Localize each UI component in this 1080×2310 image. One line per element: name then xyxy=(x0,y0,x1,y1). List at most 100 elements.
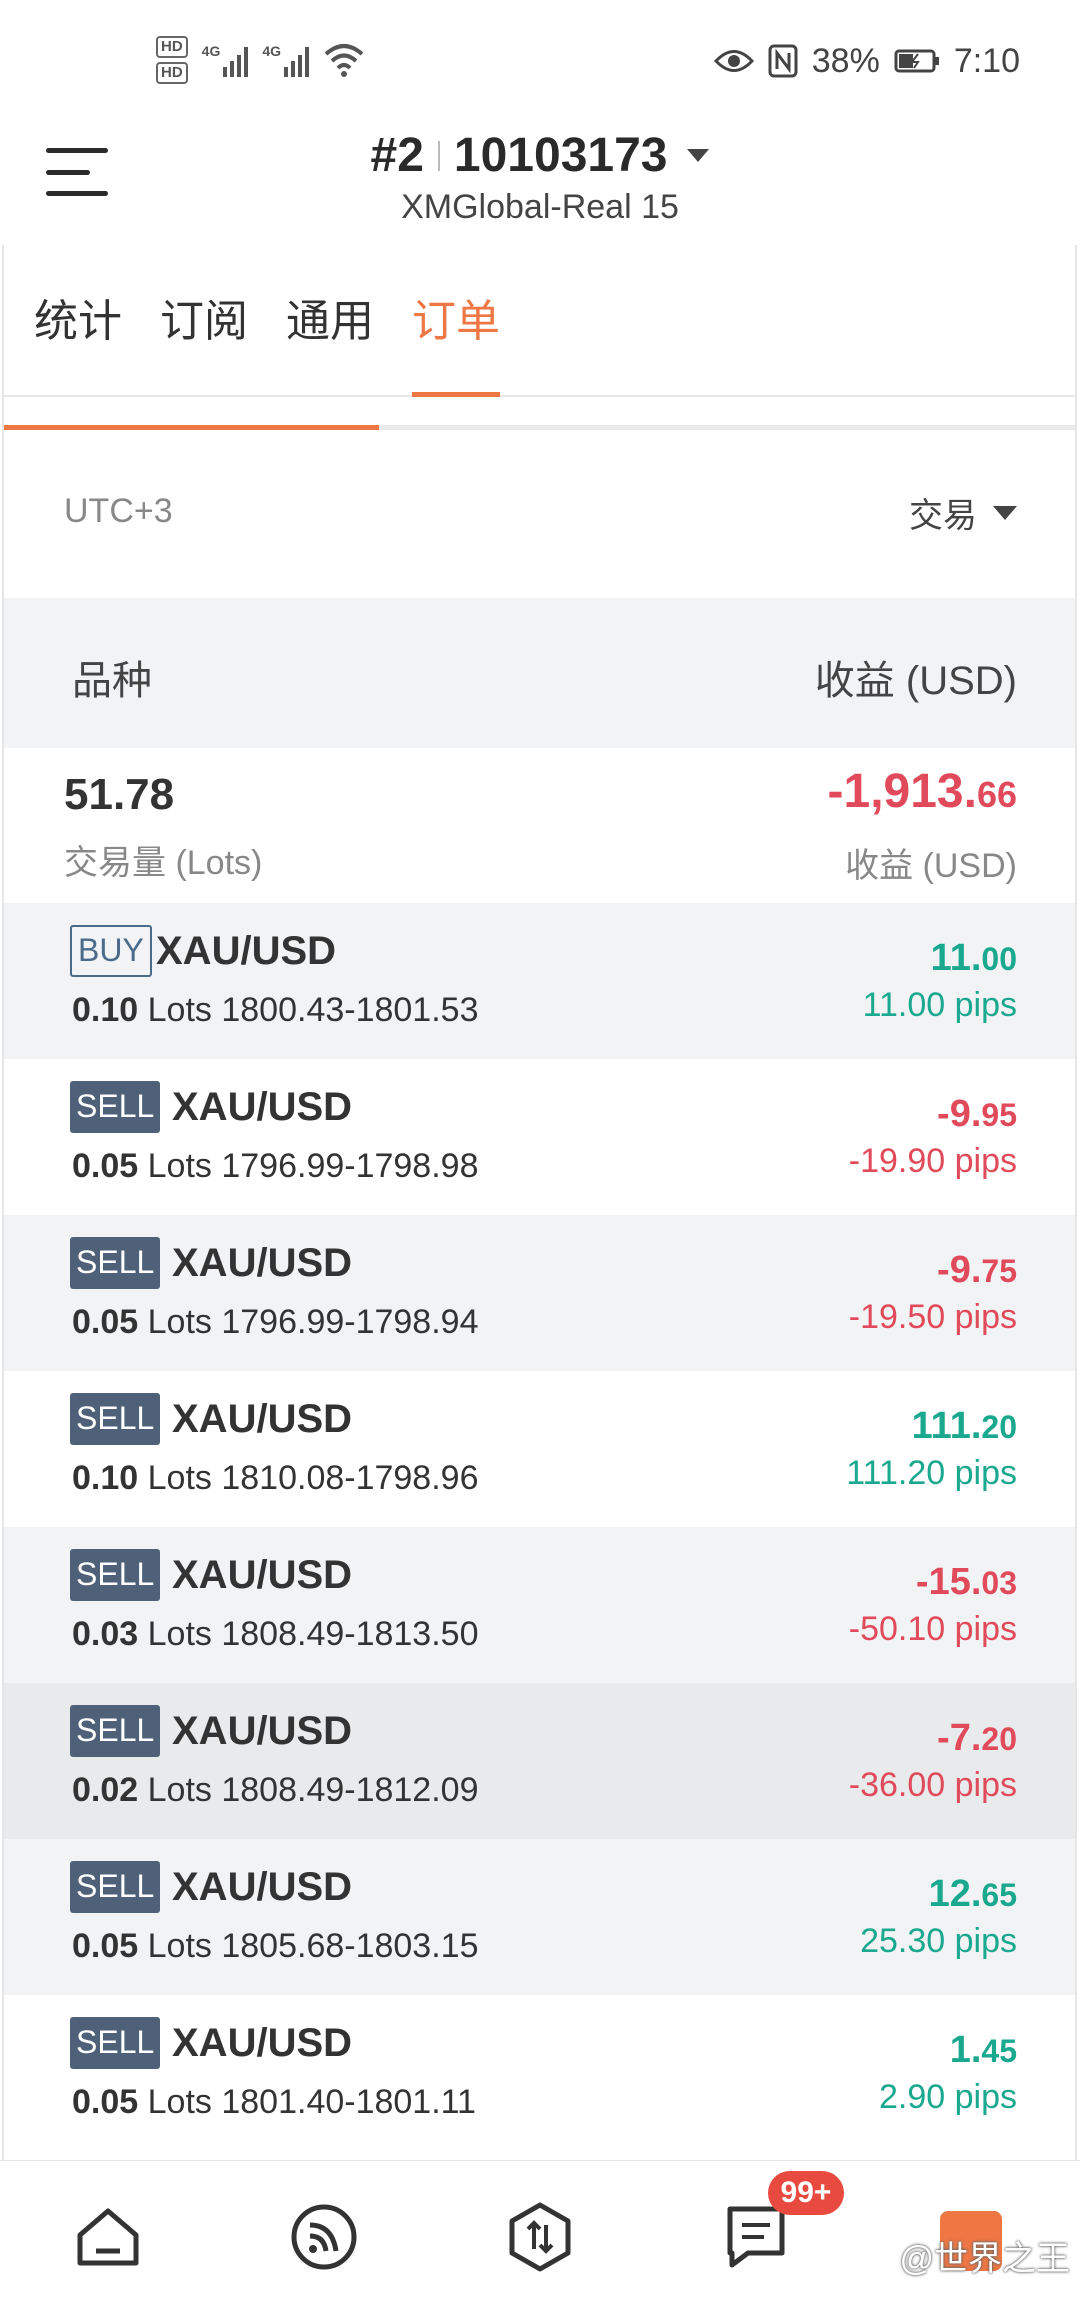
network-type-label: 4G xyxy=(201,43,221,59)
eye-icon xyxy=(713,48,754,74)
order-lot-size: 0.05 xyxy=(72,2083,139,2121)
order-lots: 0.05 Lots 1801.40-1801.11 xyxy=(72,2083,476,2122)
order-lot-size: 0.03 xyxy=(72,1615,139,1653)
column-profit: 收益 (USD) xyxy=(814,659,1017,703)
order-prices: 1796.99-1798.98 xyxy=(221,1147,479,1185)
home-icon[interactable] xyxy=(70,2199,146,2275)
type-filter-dropdown[interactable]: 交易 xyxy=(909,488,1017,537)
order-lot-size: 0.05 xyxy=(72,1927,139,1965)
order-profit: 12.65 xyxy=(928,1873,1017,1915)
order-symbol: XAU/USD xyxy=(156,929,337,973)
total-volume-label: 交易量 (Lots) xyxy=(64,844,263,882)
watermark: @世界之王 xyxy=(899,2240,1070,2278)
order-lot-unit: Lots xyxy=(147,1459,212,1497)
order-pips: -19.50 pips xyxy=(848,1298,1017,1336)
order-row[interactable]: SELL XAU/USD 0.10 Lots 1810.08-1798.96 111.… xyxy=(4,1371,1075,1527)
order-profit: -9.75 xyxy=(937,1249,1017,1291)
order-prices: 1801.40-1801.11 xyxy=(221,2083,476,2121)
order-lots: 0.05 Lots 1796.99-1798.98 xyxy=(72,1147,478,1186)
status-left: HD HD 4G 4G xyxy=(156,30,365,90)
tab-general[interactable]: 通用 xyxy=(286,285,374,397)
order-list: BUY XAU/USD 0.10 Lots 1800.43-1801.53 11.00… xyxy=(4,903,1075,2151)
battery-icon xyxy=(894,48,940,74)
order-row[interactable]: SELL XAU/USD 0.03 Lots 1808.49-1813.50 -15.… xyxy=(4,1527,1075,1683)
account-separator xyxy=(437,140,440,171)
order-row[interactable]: SELL XAU/USD 0.05 Lots 1796.99-1798.94 -9.7… xyxy=(4,1215,1075,1371)
timezone-label: UTC+3 xyxy=(64,492,173,530)
signal-icon[interactable] xyxy=(286,2199,362,2275)
status-bar: HD HD 4G 4G 38% 7:10 xyxy=(0,0,1080,120)
order-lots: 0.05 Lots 1805.68-1803.15 xyxy=(72,1927,478,1966)
order-profit: -15.03 xyxy=(915,1561,1017,1603)
order-lot-unit: Lots xyxy=(147,2083,212,2121)
order-lot-unit: Lots xyxy=(147,1771,212,1809)
order-pips: -36.00 pips xyxy=(848,1766,1017,1804)
order-side-badge: SELL xyxy=(70,1393,161,1445)
order-lot-size: 0.05 xyxy=(72,1147,139,1185)
content-panel: 统计 订阅 通用 订单 UTC+3 交易 品种 收益 (USD) 51.78 交… xyxy=(2,245,1077,2160)
order-row[interactable]: SELL XAU/USD 0.02 Lots 1808.49-1812.09 -7.2… xyxy=(4,1683,1075,1839)
trade-icon[interactable] xyxy=(502,2199,578,2275)
order-symbol: XAU/USD xyxy=(172,1397,353,1441)
order-pips: 11.00 pips xyxy=(862,986,1017,1024)
messages-badge: 99+ xyxy=(768,2171,844,2215)
filter-row: UTC+3 交易 xyxy=(4,430,1075,598)
order-pips: 111.20 pips xyxy=(846,1454,1017,1492)
order-side-badge: SELL xyxy=(70,1861,161,1913)
order-symbol: XAU/USD xyxy=(172,1865,353,1909)
order-prices: 1805.68-1803.15 xyxy=(221,1927,479,1965)
order-lot-unit: Lots xyxy=(147,1615,212,1653)
order-side-badge: SELL xyxy=(70,1549,161,1601)
order-profit: 111.20 xyxy=(911,1405,1017,1447)
account-index: #2 xyxy=(370,129,424,182)
total-profit-label: 收益 (USD) xyxy=(845,847,1017,885)
order-prices: 1800.43-1801.53 xyxy=(221,991,479,1029)
order-lot-size: 0.10 xyxy=(72,991,139,1029)
order-row[interactable]: SELL XAU/USD 0.05 Lots 1805.68-1803.15 12.6… xyxy=(4,1839,1075,1995)
network-type-label: 4G xyxy=(262,43,282,59)
nfc-icon xyxy=(768,44,798,78)
chevron-down-icon xyxy=(993,505,1017,520)
tab-subscriptions[interactable]: 订阅 xyxy=(160,285,248,397)
app-header: #2 10103173 XMGlobal-Real 15 xyxy=(0,120,1080,245)
order-lots: 0.03 Lots 1808.49-1813.50 xyxy=(72,1615,478,1654)
account-selector[interactable]: #2 10103173 xyxy=(0,128,1080,183)
account-number: 10103173 xyxy=(453,129,668,182)
order-profit: 11.00 xyxy=(930,937,1017,979)
order-row[interactable]: SELL XAU/USD 0.05 Lots 1796.99-1798.98 -9.9… xyxy=(4,1059,1075,1215)
order-prices: 1808.49-1813.50 xyxy=(221,1615,479,1653)
order-lot-size: 0.10 xyxy=(72,1459,139,1497)
column-symbol: 品种 xyxy=(72,659,152,703)
type-filter-label: 交易 xyxy=(909,497,977,535)
order-lot-size: 0.02 xyxy=(72,1771,139,1809)
order-side-badge: SELL xyxy=(70,2017,161,2069)
order-side-badge: SELL xyxy=(70,1081,161,1133)
order-profit: -7.20 xyxy=(937,1717,1017,1759)
order-pips: -19.90 pips xyxy=(848,1142,1017,1180)
order-lot-unit: Lots xyxy=(147,1303,212,1341)
order-lot-unit: Lots xyxy=(147,1147,212,1185)
order-symbol: XAU/USD xyxy=(172,1709,353,1753)
order-side-badge: SELL xyxy=(70,1705,161,1757)
order-profit: -9.95 xyxy=(937,1093,1017,1135)
bottom-nav: 99+ @世界之王 xyxy=(0,2160,1080,2310)
tab-bar: 统计 订阅 通用 订单 xyxy=(4,245,1075,397)
summary-row: 51.78 交易量 (Lots) -1,913.66 收益 (USD) xyxy=(4,748,1075,903)
order-row[interactable]: SELL XAU/USD 0.05 Lots 1801.40-1801.11 1.45… xyxy=(4,1995,1075,2151)
order-lots: 0.05 Lots 1796.99-1798.94 xyxy=(72,1303,478,1342)
order-symbol: XAU/USD xyxy=(172,1241,353,1285)
order-prices: 1796.99-1798.94 xyxy=(221,1303,479,1341)
chevron-down-icon xyxy=(687,149,710,162)
order-lots: 0.10 Lots 1810.08-1798.96 xyxy=(72,1459,478,1498)
hd-indicators: HD HD xyxy=(156,36,188,84)
order-side-badge: BUY xyxy=(70,925,152,977)
order-profit: 1.45 xyxy=(949,2029,1017,2071)
order-lots: 0.10 Lots 1800.43-1801.53 xyxy=(72,991,478,1030)
tab-statistics[interactable]: 统计 xyxy=(34,285,122,397)
order-row[interactable]: BUY XAU/USD 0.10 Lots 1800.43-1801.53 11.00… xyxy=(4,903,1075,1059)
tab-orders[interactable]: 订单 xyxy=(412,285,500,397)
order-prices: 1810.08-1798.96 xyxy=(221,1459,479,1497)
cell-signal-icon: 4G xyxy=(262,43,310,77)
order-lot-unit: Lots xyxy=(147,991,212,1029)
order-symbol: XAU/USD xyxy=(172,2021,353,2065)
